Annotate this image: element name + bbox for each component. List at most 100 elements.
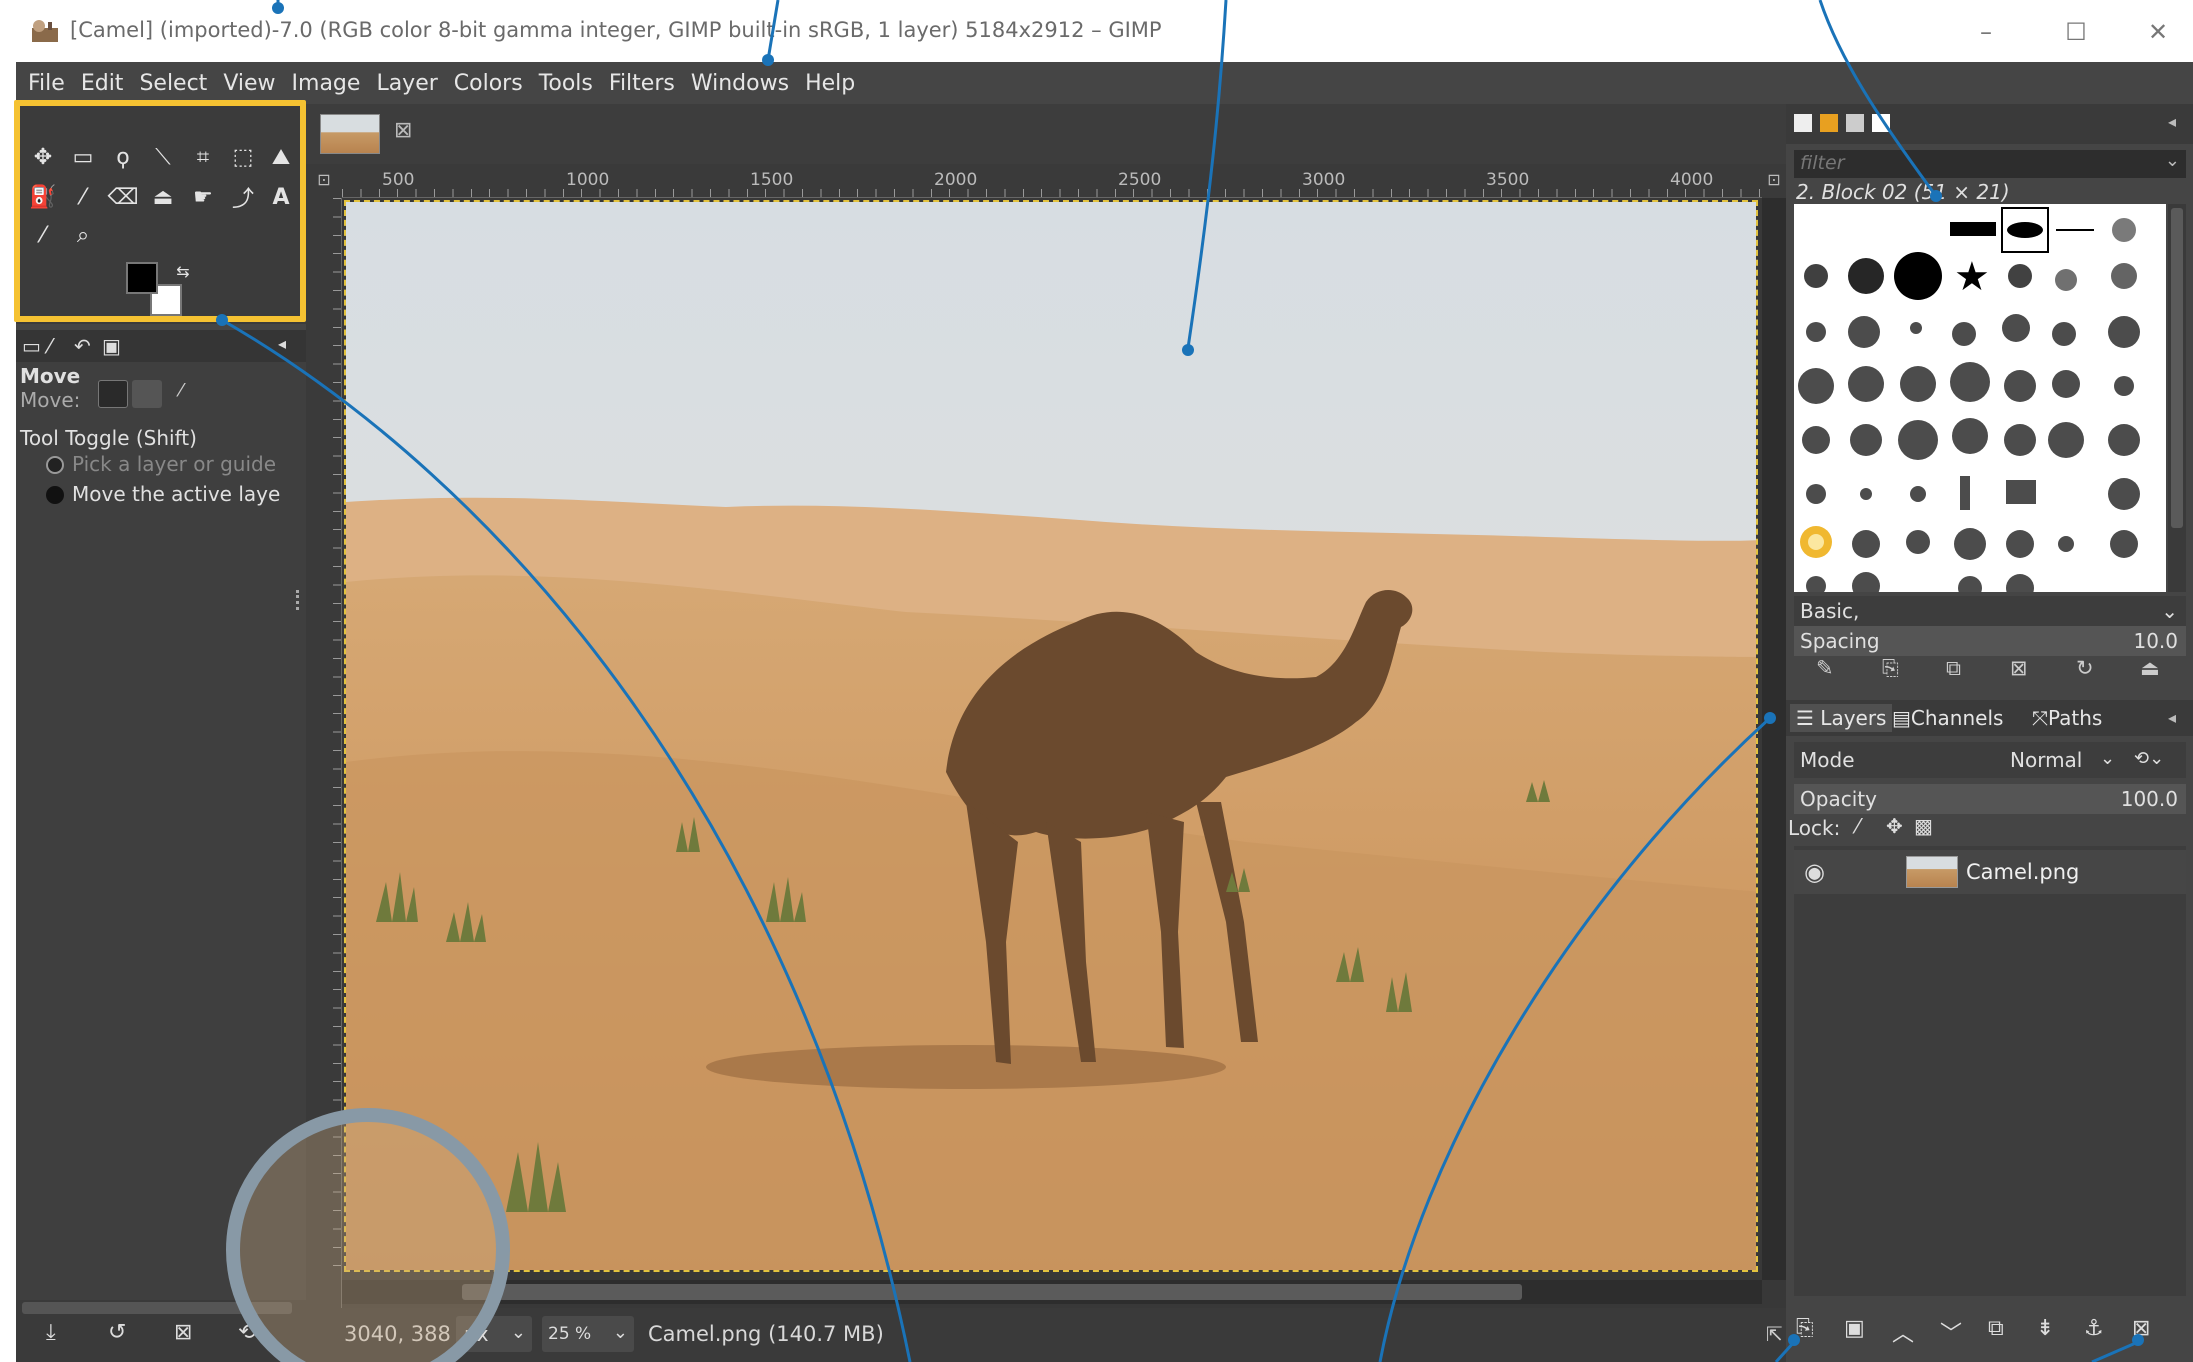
menu-layer[interactable]: Layer — [374, 67, 439, 100]
color-picker-icon[interactable]: ⁄ — [26, 218, 60, 252]
clone-icon[interactable]: ⏏ — [146, 180, 180, 214]
images-tab-icon[interactable]: ▣ — [102, 334, 121, 358]
paths-icon[interactable]: ⤴ — [226, 180, 260, 214]
menu-help[interactable]: Help — [803, 67, 857, 100]
warp-transform-icon[interactable]: ⛰ — [264, 140, 298, 174]
panel-menu-icon[interactable]: ◂ — [278, 334, 286, 353]
fuzzy-select-icon[interactable]: ⟍ — [146, 140, 180, 174]
delete-tool-preset-icon[interactable]: ⊠ — [174, 1320, 192, 1345]
brush-set-select[interactable]: Basic, ⌄ — [1794, 596, 2186, 626]
brush-scroll-thumb[interactable] — [2171, 208, 2183, 528]
duplicate-brush-icon[interactable]: ⧉ — [1946, 656, 1961, 681]
unified-transform-icon[interactable]: ⬚ — [226, 140, 260, 174]
zoom-toggle-icon[interactable]: ⊡ — [1762, 164, 1786, 198]
menu-windows[interactable]: Windows — [689, 67, 791, 100]
new-layer-icon[interactable]: ⎘ — [1796, 1316, 1814, 1341]
tool-options-tab-icon[interactable]: ▭ — [22, 334, 41, 358]
refresh-brushes-icon[interactable]: ↻ — [2076, 656, 2094, 680]
lock-alpha-icon[interactable]: ▩ — [1914, 814, 1933, 838]
device-status-tab-icon[interactable]: ⁄ — [48, 334, 51, 358]
new-layer-group-icon[interactable]: ▣ — [1844, 1316, 1865, 1341]
navigate-icon[interactable]: ⇱ — [1766, 1322, 1783, 1346]
undo-history-tab-icon[interactable]: ↶ — [74, 334, 91, 358]
delete-brush-icon[interactable]: ⊠ — [2010, 656, 2028, 680]
layer-mode-select[interactable]: Mode Normal ⌄ ⟲⌄ — [1794, 742, 2186, 778]
menu-filters[interactable]: Filters — [607, 67, 677, 100]
merge-layer-icon[interactable]: ⇟ — [2036, 1316, 2054, 1341]
brush-filter-input[interactable]: filter ⌄ — [1794, 150, 2186, 178]
horizontal-scroll-thumb[interactable] — [462, 1284, 1522, 1300]
free-select-icon[interactable]: ϙ — [106, 140, 140, 174]
fonts-tab-icon[interactable] — [1846, 114, 1864, 132]
edit-brush-icon[interactable]: ✎ — [1816, 656, 1834, 680]
menu-edit[interactable]: Edit — [79, 67, 126, 100]
tab-paths[interactable]: ⤧Paths — [2026, 704, 2108, 732]
raise-layer-icon[interactable]: ︿ — [1892, 1316, 1914, 1348]
reset-tool-options-icon[interactable]: ⟲ — [238, 1320, 256, 1345]
menu-tools[interactable]: Tools — [537, 67, 595, 100]
move-active-radio[interactable] — [46, 486, 64, 504]
pick-layer-radio[interactable] — [46, 456, 64, 474]
zoom-select[interactable]: 25 % ⌄ — [542, 1316, 634, 1352]
minimize-button[interactable]: – — [1956, 10, 2016, 54]
opacity-slider[interactable]: Opacity 100.0 — [1794, 784, 2186, 814]
eye-icon[interactable]: ◉ — [1804, 858, 1825, 886]
move-tool-icon[interactable]: ✥ — [26, 140, 60, 174]
layers-dock-tabs: ☰ Layers ▤Channels ⤧Paths ◂ — [1786, 700, 2193, 736]
composite-mode-icon[interactable]: ⟲⌄ — [2134, 748, 2164, 769]
lower-layer-icon[interactable]: ﹀ — [1940, 1316, 1962, 1348]
image-canvas[interactable] — [344, 200, 1758, 1272]
foreground-color-swatch[interactable] — [126, 262, 158, 294]
menu-colors[interactable]: Colors — [452, 67, 525, 100]
menu-view[interactable]: View — [221, 67, 277, 100]
save-tool-preset-icon[interactable]: ⤓ — [46, 1320, 56, 1345]
spacing-slider[interactable]: Spacing 10.0 — [1794, 626, 2186, 656]
eraser-icon[interactable]: ⌫ — [106, 180, 140, 214]
paintbrush-icon[interactable]: ⁄ — [66, 180, 100, 214]
document-history-tab-icon[interactable] — [1872, 114, 1890, 132]
move-selection-button[interactable] — [132, 380, 162, 408]
text-icon[interactable]: A — [264, 180, 298, 214]
close-button[interactable]: ✕ — [2128, 10, 2188, 54]
pointer-coordinates: 3040, 388 — [344, 1322, 451, 1346]
patterns-tab-icon[interactable] — [1820, 114, 1838, 132]
rect-select-icon[interactable]: ▭ — [66, 140, 100, 174]
maximize-button[interactable]: ☐ — [2046, 10, 2106, 54]
image-tab-close-icon[interactable]: ⊠ — [394, 118, 412, 143]
dock-resize-handle[interactable] — [296, 590, 300, 610]
panel-menu-icon[interactable]: ◂ — [2168, 112, 2176, 131]
brushes-tab-icon[interactable] — [1794, 114, 1812, 132]
duplicate-layer-icon[interactable]: ⧉ — [1988, 1316, 2004, 1341]
menu-bar: File Edit Select View Image Layer Colors… — [16, 62, 2193, 104]
vertical-scrollbar[interactable] — [1762, 198, 1786, 1280]
quick-mask-corner[interactable]: ⊡ — [306, 164, 342, 198]
brush-grid-scrollbar[interactable] — [2168, 204, 2186, 592]
anchor-layer-icon[interactable]: ⚓ — [2084, 1316, 2104, 1341]
tab-channels[interactable]: ▤Channels — [1886, 704, 2009, 732]
smudge-icon[interactable]: ☛ — [186, 180, 220, 214]
crop-icon[interactable]: ⌗ — [186, 140, 220, 174]
zoom-icon[interactable]: ⌕ — [66, 218, 100, 252]
menu-select[interactable]: Select — [137, 67, 209, 100]
new-brush-icon[interactable]: ⎘ — [1882, 656, 1899, 681]
tab-layers[interactable]: ☰ Layers — [1790, 704, 1893, 732]
layer-row[interactable]: ◉ Camel.png — [1794, 850, 2186, 894]
bucket-fill-icon[interactable]: ⛽ — [26, 180, 60, 214]
left-dock-scrollbar[interactable] — [22, 1302, 292, 1314]
ruler-tick: 4000 — [1670, 170, 1714, 190]
panel-menu-icon[interactable]: ◂ — [2168, 708, 2176, 727]
unit-select[interactable]: px ⌄ — [456, 1316, 532, 1352]
image-tab-thumbnail[interactable] — [320, 114, 380, 154]
move-path-button[interactable]: ⁄ — [166, 380, 196, 408]
menu-file[interactable]: File — [26, 67, 67, 100]
delete-layer-icon[interactable]: ⊠ — [2132, 1316, 2150, 1341]
open-brush-as-image-icon[interactable]: ⏏ — [2140, 656, 2160, 680]
brush-grid[interactable]: ★ — [1794, 204, 2166, 592]
horizontal-scrollbar[interactable] — [342, 1280, 1762, 1304]
restore-tool-preset-icon[interactable]: ↺ — [108, 1320, 126, 1345]
menu-image[interactable]: Image — [290, 67, 363, 100]
move-layer-button[interactable] — [98, 380, 128, 408]
lock-position-icon[interactable]: ✥ — [1886, 814, 1903, 838]
lock-pixels-icon[interactable]: ⁄ — [1856, 814, 1859, 838]
swap-colors-icon[interactable]: ⇆ — [166, 254, 200, 288]
